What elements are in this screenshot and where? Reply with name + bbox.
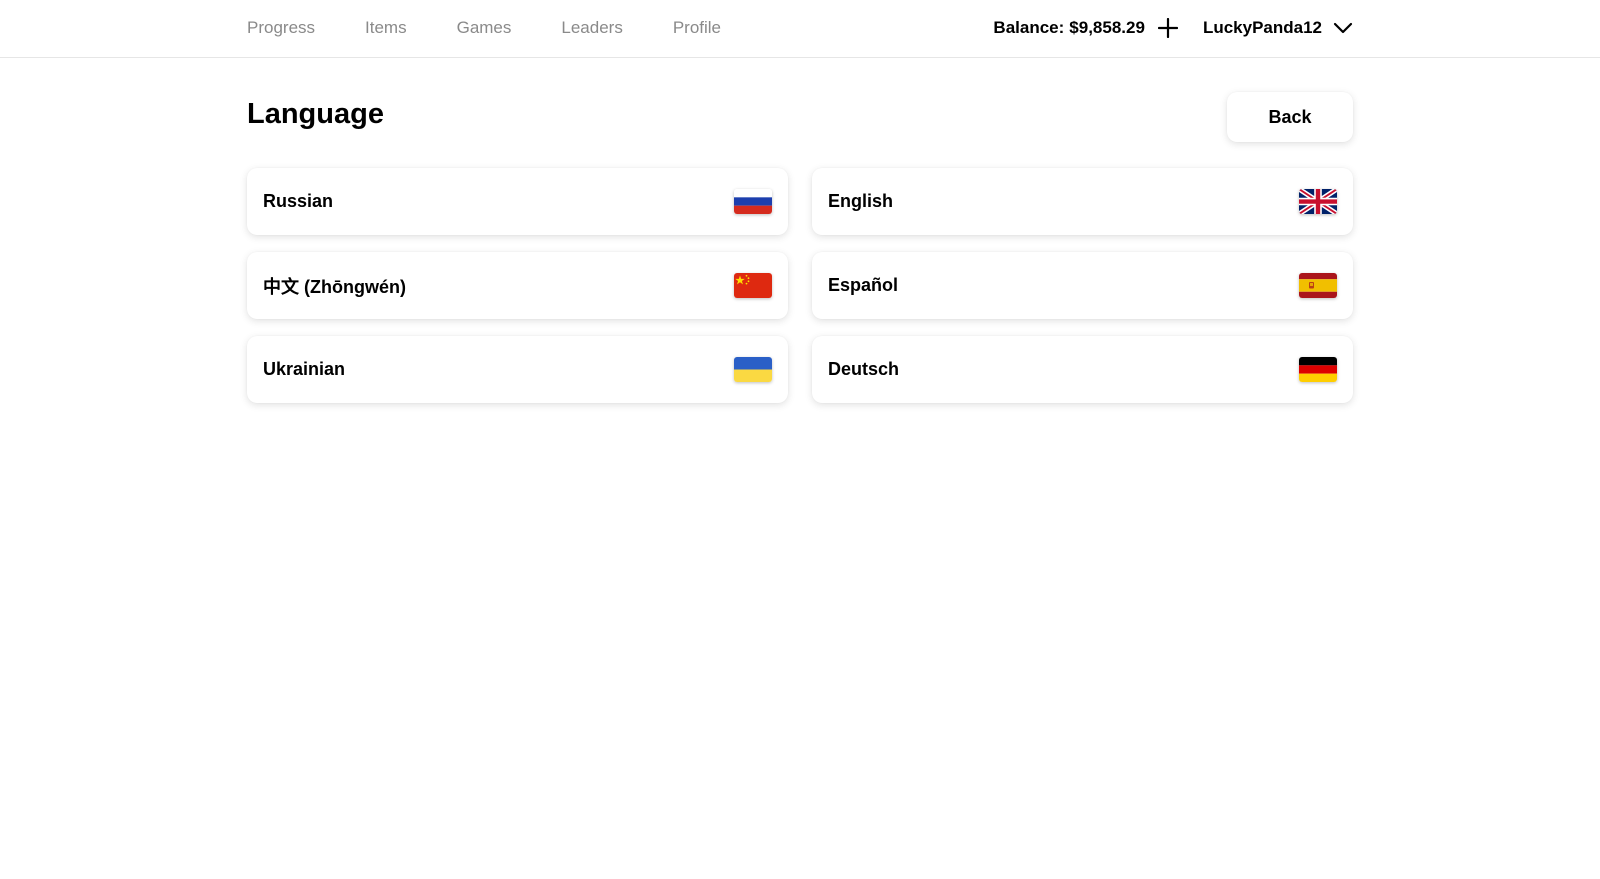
username[interactable]: LuckyPanda12 bbox=[1203, 18, 1322, 38]
plus-icon[interactable] bbox=[1157, 17, 1179, 39]
page-title: Language bbox=[247, 98, 384, 130]
china-flag-icon bbox=[734, 273, 772, 298]
back-button[interactable]: Back bbox=[1227, 92, 1353, 142]
russia-flag-icon bbox=[734, 189, 772, 214]
language-label: 中文 (Zhōngwén) bbox=[263, 276, 406, 297]
language-label: Ukrainian bbox=[263, 359, 346, 379]
language-option-chinese[interactable]: 中文 (Zhōngwén) bbox=[247, 252, 788, 319]
nav-item-progress[interactable]: Progress bbox=[247, 18, 315, 38]
language-option-english[interactable]: English bbox=[812, 168, 1353, 235]
spain-flag-icon bbox=[1299, 273, 1337, 298]
language-label: Russian bbox=[263, 191, 334, 211]
language-label: English bbox=[828, 191, 894, 211]
nav-item-profile[interactable]: Profile bbox=[673, 18, 721, 38]
nav-item-leaders[interactable]: Leaders bbox=[561, 18, 622, 38]
account-area: Balance: $9,858.29 LuckyPanda12 bbox=[993, 0, 1354, 56]
language-option-spanish[interactable]: Español bbox=[812, 252, 1353, 319]
balance-label: Balance: bbox=[993, 18, 1065, 37]
uk-flag-icon bbox=[1299, 189, 1337, 214]
main-nav: Progress Items Games Leaders Profile bbox=[247, 0, 771, 56]
language-option-german[interactable]: Deutsch bbox=[812, 336, 1353, 403]
nav-item-items[interactable]: Items bbox=[365, 18, 407, 38]
language-list: Russian English 中文 (Zhōngwén) Español Uk… bbox=[247, 168, 1353, 403]
nav-item-games[interactable]: Games bbox=[457, 18, 512, 38]
language-option-russian[interactable]: Russian bbox=[247, 168, 788, 235]
chevron-down-icon[interactable] bbox=[1332, 17, 1354, 39]
language-option-ukrainian[interactable]: Ukrainian bbox=[247, 336, 788, 403]
balance-value: $9,858.29 bbox=[1069, 18, 1145, 37]
top-bar: Progress Items Games Leaders Profile Bal… bbox=[0, 0, 1600, 58]
language-label: Español bbox=[828, 275, 899, 295]
ukraine-flag-icon bbox=[734, 357, 772, 382]
germany-flag-icon bbox=[1299, 357, 1337, 382]
language-label: Deutsch bbox=[828, 359, 900, 379]
